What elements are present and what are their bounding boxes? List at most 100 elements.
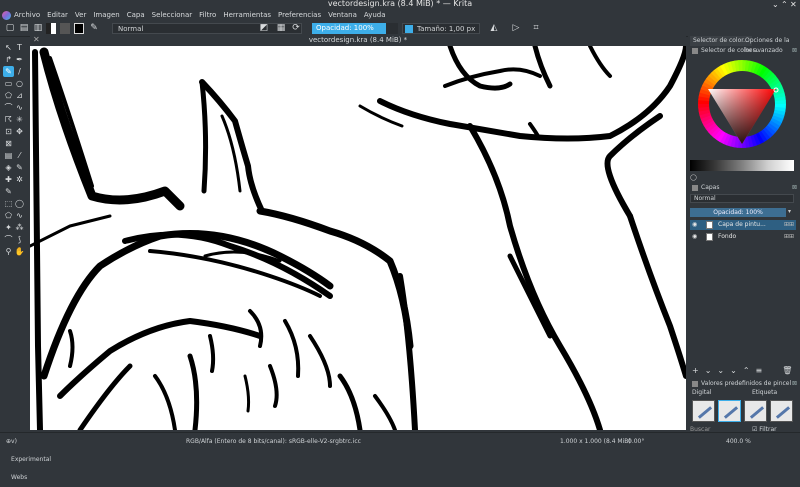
- color-wheel[interactable]: [690, 56, 794, 152]
- eraser-icon[interactable]: ◩: [258, 23, 270, 34]
- layer-properties-icon[interactable]: ⊞⊞: [784, 220, 794, 230]
- wrap-around-icon[interactable]: ⌗: [530, 23, 542, 34]
- brush-icon[interactable]: ✎: [88, 23, 100, 34]
- move-up-icon[interactable]: ⌃: [743, 366, 750, 376]
- tag-select[interactable]: Etiqueta: [752, 388, 777, 397]
- preserve-alpha-icon[interactable]: ▦: [275, 23, 287, 34]
- opacity-slider[interactable]: Opacidad: 100%: [312, 23, 398, 34]
- pan-icon[interactable]: ✋: [14, 246, 25, 257]
- layers-close-icon[interactable]: ⊠: [792, 184, 797, 191]
- canvas[interactable]: [30, 46, 686, 430]
- layer-row[interactable]: ◉ Capa de pintu... ⊞⊞: [690, 220, 796, 230]
- menu-item-ayuda[interactable]: Ayuda: [364, 10, 386, 21]
- chevron-down-icon[interactable]: ⌄: [717, 366, 724, 376]
- tab-tool-options[interactable]: Opciones de la her...: [742, 36, 800, 54]
- size-slider[interactable]: Tamaño: 1,00 px: [402, 23, 480, 34]
- status-rotation: 0.00°: [628, 438, 645, 445]
- freehand-brush-icon[interactable]: ✎: [3, 66, 14, 77]
- brush-preset[interactable]: [770, 400, 793, 422]
- move-icon[interactable]: ✥: [14, 126, 25, 137]
- layer-filter-icon[interactable]: ▾: [788, 208, 791, 215]
- edit-shapes-icon[interactable]: ↱: [3, 54, 14, 65]
- chevron-down-icon[interactable]: ⌄: [705, 366, 712, 376]
- assistant-icon[interactable]: ✲: [14, 174, 25, 185]
- layer-properties-icon[interactable]: ≡: [756, 366, 763, 376]
- layer-toolbar: + ⌄ ⌄ ⌄ ⌃ ≡ 🗑: [692, 366, 798, 376]
- mirror-horizontal-icon[interactable]: ◭: [488, 23, 500, 34]
- freehand-select-icon[interactable]: ∿: [14, 210, 25, 221]
- visibility-icon[interactable]: ◉: [692, 232, 697, 242]
- docker-close-icon[interactable]: ⊠: [792, 47, 797, 54]
- menu-item-seleccionar[interactable]: Seleccionar: [152, 10, 193, 21]
- menu-item-archivo[interactable]: Archivo: [14, 10, 40, 21]
- color-history-bar[interactable]: [690, 160, 794, 171]
- transform-icon[interactable]: ⊠: [3, 138, 14, 149]
- new-document-icon[interactable]: ▢: [4, 23, 16, 34]
- rect-select-icon[interactable]: ⬚: [3, 198, 14, 209]
- brush-preset[interactable]: [718, 400, 741, 422]
- multibrush-icon[interactable]: ✳: [14, 114, 25, 125]
- menu-item-preferencias[interactable]: Preferencias: [278, 10, 321, 21]
- brush-presets-close-icon[interactable]: ⊠: [792, 380, 797, 387]
- color-history-icon[interactable]: ◯: [690, 174, 697, 181]
- color-picker-icon[interactable]: ⁄: [14, 150, 25, 161]
- layer-row[interactable]: ◉ Fondo ⊞⊞: [690, 232, 796, 242]
- close-icon[interactable]: ✕: [790, 0, 797, 9]
- polygon-select-icon[interactable]: ⬠: [3, 210, 14, 221]
- maximize-icon[interactable]: ⌃: [781, 0, 788, 9]
- brush-preset[interactable]: [744, 400, 767, 422]
- ellipse-icon[interactable]: ○: [14, 78, 25, 89]
- brush-preset[interactable]: [692, 400, 715, 422]
- right-docker-panel: Selector de color... Opciones de la her.…: [688, 36, 800, 440]
- document-tab[interactable]: ✕ vectordesign.kra (8.4 MiB) *: [30, 35, 686, 46]
- polygon-icon[interactable]: ⬠: [3, 90, 14, 101]
- menu-item-herramientas[interactable]: Herramientas: [223, 10, 271, 21]
- ellipse-select-icon[interactable]: ◯: [14, 198, 25, 209]
- freehand-path-icon[interactable]: ∿: [14, 102, 25, 113]
- blend-mode-select[interactable]: Normal: [112, 23, 302, 34]
- crop-icon[interactable]: ⊡: [3, 126, 14, 137]
- text-icon[interactable]: T: [14, 42, 25, 53]
- layer-properties-icon[interactable]: ⊞⊞: [784, 232, 794, 242]
- similar-select-icon[interactable]: ⁂: [14, 222, 25, 233]
- fill-icon[interactable]: ◈: [3, 162, 14, 173]
- zoom-icon[interactable]: ⚲: [3, 246, 14, 257]
- rectangle-icon[interactable]: ▭: [3, 78, 14, 89]
- delete-layer-icon[interactable]: 🗑: [782, 366, 792, 376]
- minimize-icon[interactable]: ⌄: [772, 0, 779, 9]
- add-layer-icon[interactable]: +: [692, 366, 699, 376]
- reload-preset-icon[interactable]: ⟳: [290, 23, 302, 34]
- layer-opacity-slider[interactable]: Opacidad: 100%: [690, 208, 786, 217]
- contiguous-select-icon[interactable]: ✦: [3, 222, 14, 233]
- mirror-vertical-icon[interactable]: ▷: [510, 23, 522, 34]
- menu-item-ventana[interactable]: Ventana: [328, 10, 357, 21]
- menu-item-filtro[interactable]: Filtro: [199, 10, 216, 21]
- visibility-icon[interactable]: ◉: [692, 220, 697, 230]
- gradient-icon[interactable]: ▤: [3, 150, 14, 161]
- layer-blend-mode-select[interactable]: Normal: [690, 194, 794, 203]
- menu-item-ver[interactable]: Ver: [75, 10, 86, 21]
- polyline-icon[interactable]: ⊿: [14, 90, 25, 101]
- magnetic-select-icon[interactable]: ⟆: [14, 234, 25, 245]
- menu-item-capa[interactable]: Capa: [127, 10, 145, 21]
- line-icon[interactable]: /: [14, 66, 25, 77]
- pattern-swatch[interactable]: [46, 23, 56, 34]
- menu-item-imagen[interactable]: Imagen: [93, 10, 119, 21]
- select-shapes-icon[interactable]: ↖: [3, 42, 14, 53]
- bezier-icon[interactable]: ⌒: [3, 102, 14, 113]
- bezier-select-icon[interactable]: ⌒: [3, 234, 14, 245]
- foreground-color[interactable]: [74, 23, 84, 34]
- move-down-icon[interactable]: ⌄: [730, 366, 737, 376]
- open-document-icon[interactable]: ▤: [18, 23, 30, 34]
- calligraphy-icon[interactable]: ✒: [14, 54, 25, 65]
- brush-category-select[interactable]: Digital: [692, 388, 711, 397]
- menu-item-editar[interactable]: Editar: [47, 10, 68, 21]
- dynamic-brush-icon[interactable]: ☈: [3, 114, 14, 125]
- brush-presets-icon: [692, 380, 698, 387]
- brush-presets-title: Valores predefinidos de pincel: [692, 380, 791, 387]
- gradient-swatch[interactable]: [60, 23, 70, 34]
- smart-patch-icon[interactable]: ✚: [3, 174, 14, 185]
- colorize-mask-icon[interactable]: ✎: [14, 162, 25, 173]
- save-icon[interactable]: ▥: [32, 23, 44, 34]
- reference-icon[interactable]: ✎: [3, 186, 14, 197]
